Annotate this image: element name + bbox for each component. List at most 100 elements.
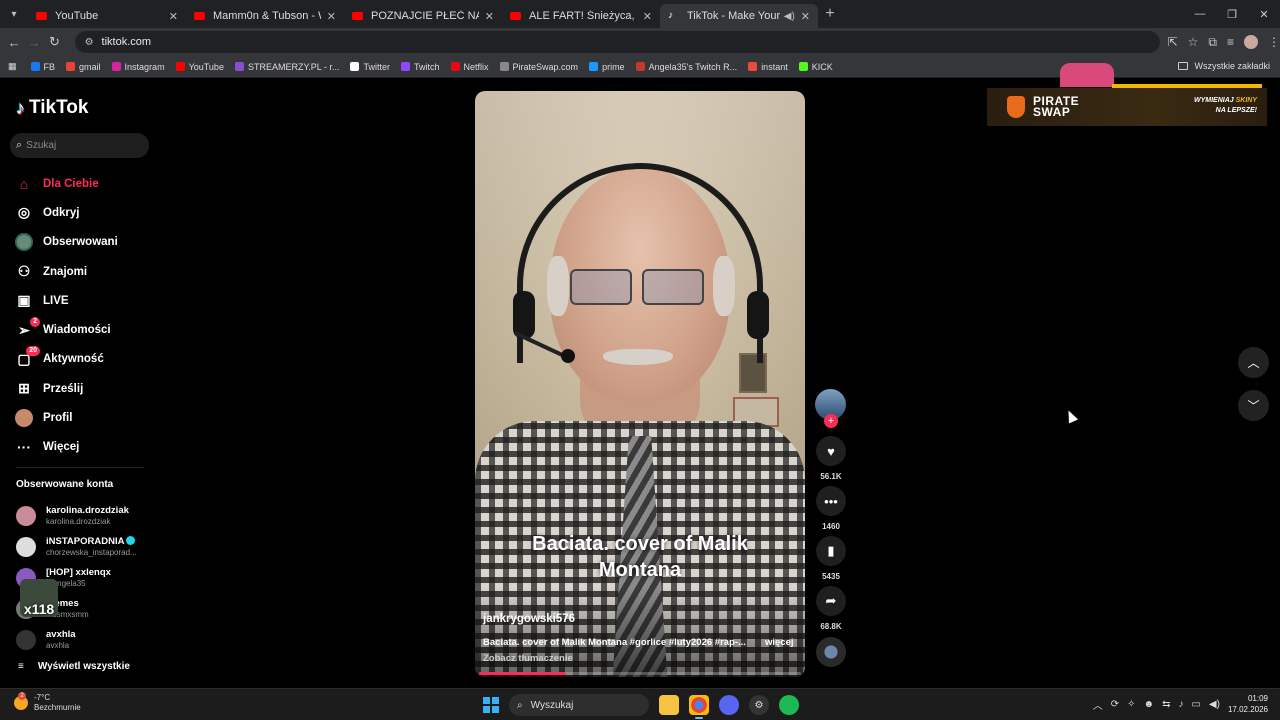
bookmark-item[interactable]: Twitter [350, 62, 390, 72]
compass-icon: ◎ [17, 204, 31, 221]
install-app-icon[interactable]: ⇱ [1168, 35, 1178, 50]
sidebar-item-obserwowani[interactable]: Obserwowani [14, 228, 154, 257]
language-icon[interactable]: ⇆ [1162, 699, 1170, 710]
bookmark-item[interactable]: instant [748, 62, 788, 72]
creator-avatar[interactable]: + [815, 389, 846, 428]
following-account[interactable]: karolina.drozdziak karolina.drozdziak [16, 500, 151, 531]
clock[interactable]: 01:09 17.02.2026 [1228, 693, 1268, 715]
windows-start-icon[interactable] [483, 697, 499, 713]
file-explorer-icon[interactable] [659, 695, 679, 715]
ad-brand-line2: SWAP [1033, 105, 1071, 119]
close-tab-icon[interactable]: ✕ [169, 10, 178, 23]
steam-icon[interactable]: ⚙ [749, 695, 769, 715]
microphone-icon[interactable]: ♪ [1178, 699, 1183, 710]
menu-kebab-icon[interactable]: ⋮ [1268, 35, 1280, 50]
comment-button[interactable]: ••• 1460 [815, 486, 847, 531]
discord-tray-icon[interactable]: ☻ [1144, 699, 1155, 710]
following-account[interactable]: iNSTAPORADNIA chorzewska_instaporad... [16, 531, 151, 562]
search-input[interactable]: ⌕ Szukaj [10, 133, 149, 158]
tray-expand-icon[interactable]: ︿ [1093, 697, 1103, 712]
profile-avatar-icon[interactable] [1243, 34, 1258, 49]
close-tab-icon[interactable]: ✕ [485, 10, 494, 23]
bookmark-item[interactable]: Twitch [401, 62, 440, 72]
chevron-down-icon[interactable]: ﹀ [1238, 390, 1269, 421]
restore-icon[interactable]: ❐ [1216, 8, 1248, 21]
sidebar-item-znajomi[interactable]: ⚇ Znajomi [14, 257, 154, 286]
bookmark-item[interactable]: Netflix [450, 62, 489, 72]
see-translation-link[interactable]: Zobacz tłumaczenie [483, 653, 573, 664]
video-player[interactable]: Baciata. cover of Malik Montana jankrygo… [475, 91, 805, 677]
bookmark-item[interactable]: KICK [798, 62, 833, 72]
sidebar-item-label: Więcej [43, 441, 80, 454]
save-button[interactable]: ▮ 5435 [815, 536, 847, 581]
speaker-icon[interactable]: ◀) [784, 11, 795, 22]
browser-tab[interactable]: POZNAJCIE PŁEĆ NASZEGO DZ ✕ [344, 4, 502, 28]
bookmark-item[interactable]: YouTube [175, 62, 224, 72]
reload-icon[interactable]: ↻ [44, 34, 64, 50]
logo-text: TikTok [29, 97, 89, 118]
volume-icon[interactable]: ◀) [1209, 699, 1220, 710]
search-icon: ⌕ [517, 699, 523, 711]
bookmark-item[interactable]: Instagram [111, 62, 165, 72]
sidebar-item-dla-ciebie[interactable]: ⌂ Dla Ciebie [14, 169, 154, 198]
follow-plus-icon[interactable]: + [824, 414, 838, 428]
nvidia-icon[interactable]: ✧ [1127, 699, 1135, 710]
browser-tab[interactable]: Mamm0n & Tubson - We Don't ✕ [186, 4, 344, 28]
video-progress-bar[interactable] [479, 672, 801, 675]
pirateswap-ad-banner[interactable]: PIRATE SWAP WYMIENIAJ SKINY NA LEPSZE! [987, 88, 1267, 126]
like-button[interactable]: ♥ 56.1K [815, 436, 847, 481]
sidebar-item-wi-cej[interactable]: ··· Więcej [14, 433, 154, 462]
close-tab-icon[interactable]: ✕ [643, 10, 652, 23]
forward-arrow-icon[interactable]: → [24, 35, 44, 50]
bookmark-item[interactable]: FB [30, 62, 55, 72]
extensions-icon[interactable]: ⧉ [1208, 35, 1217, 50]
tab-search-chevron-icon[interactable]: ▾ [0, 0, 28, 28]
sidebar-item-aktywno-[interactable]: ▢ 20 Aktywność [14, 345, 154, 374]
browser-tab[interactable]: YouTube ✕ [28, 4, 186, 28]
chrome-icon[interactable] [689, 695, 709, 719]
bookmark-favicon-icon [635, 62, 645, 71]
bookmark-item[interactable]: gmail [66, 62, 101, 72]
close-window-icon[interactable]: ✕ [1248, 8, 1280, 21]
discord-icon[interactable] [719, 695, 739, 715]
sidebar-item-odkryj[interactable]: ◎ Odkryj [14, 198, 154, 227]
more-link[interactable]: więcej [765, 637, 794, 648]
sidebar-item-profil[interactable]: Profil [14, 403, 154, 432]
tiktok-logo[interactable]: ♪ TikTok [16, 97, 88, 119]
sync-icon[interactable]: ⟳ [1111, 699, 1119, 710]
display-icon[interactable]: ▭ [1191, 699, 1200, 710]
minimize-icon[interactable]: — [1184, 8, 1216, 20]
taskbar-search[interactable]: ⌕ Wyszukaj [509, 694, 649, 716]
bookmark-label: PirateSwap.com [512, 61, 579, 72]
bookmark-favicon-icon [66, 62, 76, 71]
following-account[interactable]: avxhla avxhla [16, 624, 151, 655]
share-button[interactable]: ➦ 68.8K [815, 586, 847, 631]
music-disc-icon[interactable] [816, 637, 846, 667]
video-author[interactable]: jankrygowski576 [483, 613, 575, 625]
weather-widget[interactable]: 2 -7°C Bezchmurnie [14, 692, 81, 713]
close-tab-icon[interactable]: ✕ [327, 10, 336, 23]
browser-tab[interactable]: ALE FART! Śnieżyca, smutek Nie ✕ [502, 4, 660, 28]
bookmark-item[interactable]: prime [589, 62, 625, 72]
site-info-icon[interactable]: ⚙ [85, 37, 94, 48]
chevron-up-icon[interactable]: ︿ [1238, 347, 1269, 378]
sidebar-item-live[interactable]: ▣ LIVE [14, 286, 154, 315]
new-tab-button[interactable]: + [818, 5, 842, 23]
url-bar[interactable]: ⚙ tiktok.com [74, 31, 1160, 53]
apps-grid-icon[interactable]: ▦ [8, 61, 17, 72]
bookmark-item[interactable]: STREAMERZY.PL - r... [234, 62, 339, 72]
sidebar-item-prze-lij[interactable]: ⊞ Prześlij [14, 374, 154, 403]
browser-tab-active[interactable]: ♪ TikTok - Make Your Day ◀) ✕ [660, 4, 818, 28]
account-name: iNSTAPORADNIA [46, 535, 125, 547]
close-tab-icon[interactable]: ✕ [801, 10, 810, 23]
spotify-icon[interactable] [779, 695, 799, 715]
all-bookmarks-button[interactable]: Wszystkie zakładki [1178, 61, 1270, 71]
notification-badge: 2 [30, 317, 40, 328]
sidebar-item-wiadomo-ci[interactable]: ➢ 2 Wiadomości [14, 315, 154, 344]
bookmark-star-icon[interactable]: ☆ [1188, 35, 1199, 50]
bookmark-item[interactable]: PirateSwap.com [499, 61, 579, 72]
bookmark-item[interactable]: Angela35's Twitch R... [635, 62, 737, 72]
media-control-icon[interactable]: ≡ [1227, 35, 1234, 50]
show-all-button[interactable]: ≡ Wyświetl wszystkie [18, 661, 130, 672]
back-arrow-icon[interactable]: ← [4, 35, 24, 50]
